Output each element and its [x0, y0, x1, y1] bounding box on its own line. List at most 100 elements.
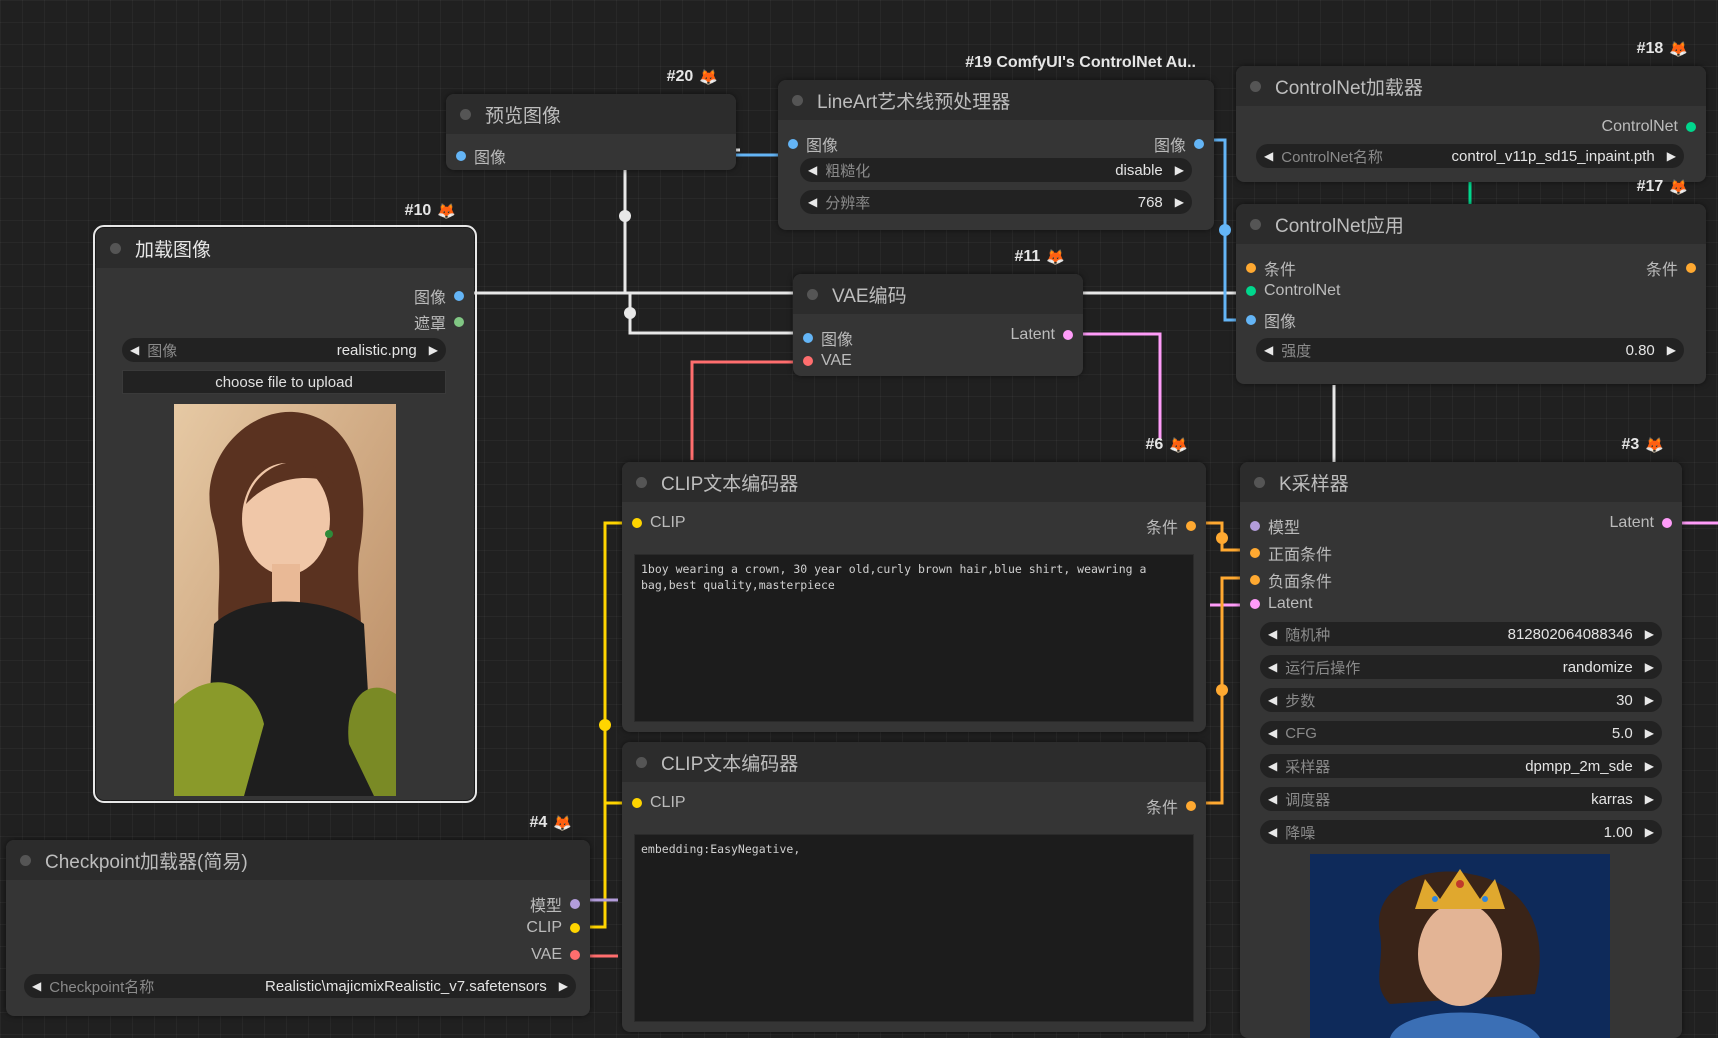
node-vae-encode[interactable]: #11 🦊 VAE编码 图像 VAE Latent	[793, 248, 1083, 376]
right-arrow-icon[interactable]: ▶	[1637, 759, 1662, 773]
widget-cfg[interactable]: ◀ CFG 5.0 ▶	[1260, 721, 1662, 745]
widget-controlnet-name[interactable]: ◀ ControlNet名称 control_v11p_sd15_inpaint.p…	[1256, 144, 1684, 168]
widget-denoise[interactable]: ◀ 降噪 1.00 ▶	[1260, 820, 1662, 844]
left-arrow-icon[interactable]: ◀	[1256, 343, 1281, 357]
input-slot-clip[interactable]: CLIP	[632, 794, 686, 812]
right-arrow-icon[interactable]: ▶	[551, 979, 576, 993]
vae-pin-icon[interactable]	[570, 950, 580, 960]
input-slot-image[interactable]: 图像	[803, 326, 853, 350]
left-arrow-icon[interactable]: ◀	[24, 979, 49, 993]
input-slot-negative[interactable]: 负面条件	[1250, 568, 1332, 592]
left-arrow-icon[interactable]: ◀	[1260, 627, 1285, 641]
node-clip-text-encoder-positive[interactable]: #6 🦊 CLIP文本编码器 CLIP 条件 1boy wearing a cro…	[622, 436, 1206, 732]
right-arrow-icon[interactable]: ▶	[1167, 163, 1192, 177]
node-lineart-preprocessor[interactable]: #19 ComfyUI's ControlNet Au.. LineArt艺术线…	[778, 54, 1214, 230]
conditioning-pin-icon[interactable]	[1186, 801, 1196, 811]
left-arrow-icon[interactable]: ◀	[1260, 792, 1285, 806]
output-slot-controlnet[interactable]: ControlNet	[1602, 118, 1696, 136]
output-slot-latent[interactable]: Latent	[1011, 326, 1073, 344]
widget-coarse[interactable]: ◀ 粗糙化 disable ▶	[800, 158, 1192, 182]
collapse-dot-icon[interactable]	[636, 756, 647, 768]
latent-pin-icon[interactable]	[1063, 330, 1073, 340]
node-preview-image[interactable]: #20 🦊 预览图像 图像	[446, 68, 736, 170]
prompt-textarea[interactable]: 1boy wearing a crown, 30 year old,curly …	[634, 554, 1194, 722]
output-slot-conditioning[interactable]: 条件	[1146, 794, 1196, 818]
latent-pin-icon[interactable]	[1662, 518, 1672, 528]
collapse-dot-icon[interactable]	[1254, 476, 1265, 488]
left-arrow-icon[interactable]: ◀	[1260, 825, 1285, 839]
conditioning-pin-icon[interactable]	[1686, 263, 1696, 273]
right-arrow-icon[interactable]: ▶	[1637, 726, 1662, 740]
output-slot-image[interactable]: 图像	[1154, 132, 1204, 156]
collapse-dot-icon[interactable]	[460, 108, 471, 120]
input-slot-vae[interactable]: VAE	[803, 352, 852, 370]
right-arrow-icon[interactable]: ▶	[1167, 195, 1192, 209]
conditioning-pin-icon[interactable]	[1250, 548, 1260, 558]
left-arrow-icon[interactable]: ◀	[800, 163, 825, 177]
output-slot-mask[interactable]: 遮罩	[414, 310, 464, 334]
clip-pin-icon[interactable]	[570, 923, 580, 933]
right-arrow-icon[interactable]: ▶	[1659, 343, 1684, 357]
widget-scheduler[interactable]: ◀ 调度器 karras ▶	[1260, 787, 1662, 811]
widget-control-after-generate[interactable]: ◀ 运行后操作 randomize ▶	[1260, 655, 1662, 679]
input-slot-image[interactable]: 图像	[456, 144, 506, 168]
upload-button[interactable]: choose file to upload	[122, 370, 446, 394]
collapse-dot-icon[interactable]	[110, 242, 121, 254]
widget-steps[interactable]: ◀ 步数 30 ▶	[1260, 688, 1662, 712]
input-slot-image[interactable]: 图像	[1246, 308, 1296, 332]
image-pin-icon[interactable]	[456, 151, 466, 161]
input-slot-controlnet[interactable]: ControlNet	[1246, 282, 1340, 300]
node-clip-text-encoder-negative[interactable]: CLIP文本编码器 CLIP 条件 embedding:EasyNegative…	[622, 742, 1206, 1032]
model-pin-icon[interactable]	[570, 899, 580, 909]
widget-strength[interactable]: ◀ 强度 0.80 ▶	[1256, 338, 1684, 362]
input-slot-model[interactable]: 模型	[1250, 514, 1300, 538]
input-slot-clip[interactable]: CLIP	[632, 514, 686, 532]
node-ksampler[interactable]: #3 🦊 K采样器 模型 正面条件 负面条件 Latent Latent ◀ 随机种…	[1240, 436, 1682, 1038]
negative-prompt-textarea[interactable]: embedding:EasyNegative,	[634, 834, 1194, 1022]
clip-pin-icon[interactable]	[632, 798, 642, 808]
left-arrow-icon[interactable]: ◀	[1256, 149, 1281, 163]
image-pin-icon[interactable]	[1194, 139, 1204, 149]
image-pin-icon[interactable]	[788, 139, 798, 149]
output-slot-image[interactable]: 图像	[414, 284, 464, 308]
input-slot-image[interactable]: 图像	[788, 132, 838, 156]
collapse-dot-icon[interactable]	[1250, 80, 1261, 92]
right-arrow-icon[interactable]: ▶	[1637, 693, 1662, 707]
latent-pin-icon[interactable]	[1250, 599, 1260, 609]
mask-pin-icon[interactable]	[454, 317, 464, 327]
node-controlnet-apply[interactable]: #17 🦊 ControlNet应用 条件 ControlNet 图像 条件 ◀ 强…	[1236, 178, 1706, 384]
left-arrow-icon[interactable]: ◀	[800, 195, 825, 209]
output-slot-conditioning[interactable]: 条件	[1146, 514, 1196, 538]
image-pin-icon[interactable]	[1246, 315, 1256, 325]
node-load-image[interactable]: #10 🦊 加载图像 图像 遮罩 ◀ 图像 realistic.png ▶ choose…	[93, 202, 477, 803]
conditioning-pin-icon[interactable]	[1250, 575, 1260, 585]
node-checkpoint-loader[interactable]: #4 🦊 Checkpoint加载器(简易) 模型 CLIP VAE ◀ Check…	[6, 814, 590, 1016]
input-slot-conditioning[interactable]: 条件	[1246, 256, 1296, 280]
node-controlnet-loader[interactable]: #18 🦊 ControlNet加载器 ControlNet ◀ ControlNe…	[1236, 40, 1706, 182]
controlnet-pin-icon[interactable]	[1686, 122, 1696, 132]
output-slot-latent[interactable]: Latent	[1610, 514, 1672, 532]
right-arrow-icon[interactable]: ▶	[1637, 825, 1662, 839]
input-slot-latent[interactable]: Latent	[1250, 595, 1312, 613]
conditioning-pin-icon[interactable]	[1246, 263, 1256, 273]
collapse-dot-icon[interactable]	[636, 476, 647, 488]
output-slot-vae[interactable]: VAE	[531, 946, 580, 964]
collapse-dot-icon[interactable]	[20, 854, 31, 866]
left-arrow-icon[interactable]: ◀	[1260, 693, 1285, 707]
right-arrow-icon[interactable]: ▶	[1637, 792, 1662, 806]
right-arrow-icon[interactable]: ▶	[1637, 627, 1662, 641]
right-arrow-icon[interactable]: ▶	[421, 343, 446, 357]
output-slot-clip[interactable]: CLIP	[526, 919, 580, 937]
left-arrow-icon[interactable]: ◀	[1260, 660, 1285, 674]
image-pin-icon[interactable]	[454, 291, 464, 301]
output-slot-conditioning[interactable]: 条件	[1646, 256, 1696, 280]
conditioning-pin-icon[interactable]	[1186, 521, 1196, 531]
left-arrow-icon[interactable]: ◀	[1260, 759, 1285, 773]
widget-image-select[interactable]: ◀ 图像 realistic.png ▶	[122, 338, 446, 362]
model-pin-icon[interactable]	[1250, 521, 1260, 531]
widget-checkpoint-name[interactable]: ◀ Checkpoint名称 Realistic\majicmixRealistic…	[24, 974, 576, 998]
image-pin-icon[interactable]	[803, 333, 813, 343]
widget-seed[interactable]: ◀ 随机种 812802064088346 ▶	[1260, 622, 1662, 646]
left-arrow-icon[interactable]: ◀	[1260, 726, 1285, 740]
clip-pin-icon[interactable]	[632, 518, 642, 528]
